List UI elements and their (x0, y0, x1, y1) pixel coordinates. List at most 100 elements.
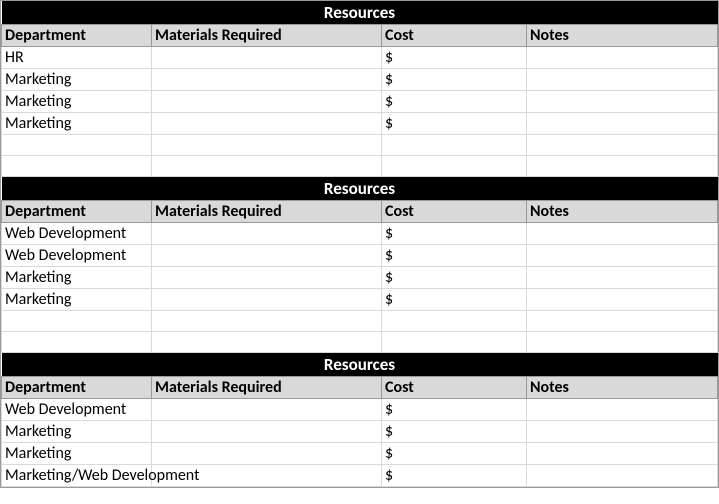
cell-cost[interactable]: $ (382, 113, 527, 135)
table-row-blank (2, 332, 718, 353)
cell-materials[interactable] (152, 245, 382, 267)
col-notes[interactable]: Notes (527, 25, 718, 47)
cell-notes[interactable] (527, 465, 718, 487)
cell-blank[interactable] (152, 311, 382, 332)
cell-materials[interactable] (152, 399, 382, 421)
table-row: HR $ (2, 47, 718, 69)
header-row: Department Materials Required Cost Notes (2, 377, 718, 399)
cell-department[interactable]: HR (2, 47, 152, 69)
cell-notes[interactable] (527, 399, 718, 421)
cell-blank[interactable] (2, 332, 152, 353)
cell-cost[interactable]: $ (382, 289, 527, 311)
cell-cost[interactable]: $ (382, 443, 527, 465)
cell-notes[interactable] (527, 443, 718, 465)
cell-department[interactable]: Marketing (2, 267, 152, 289)
table-row: Marketing $ (2, 91, 718, 113)
table-row: Marketing $ (2, 421, 718, 443)
table-row-blank (2, 311, 718, 332)
table-row: Web Development $ (2, 223, 718, 245)
cell-blank[interactable] (2, 135, 152, 156)
cell-notes[interactable] (527, 69, 718, 91)
table-row-blank (2, 156, 718, 177)
col-notes[interactable]: Notes (527, 201, 718, 223)
section-title-row: Resources (2, 177, 718, 201)
cell-department[interactable]: Marketing (2, 91, 152, 113)
cell-blank[interactable] (382, 135, 527, 156)
table-row: Marketing $ (2, 69, 718, 91)
cell-department[interactable]: Web Development (2, 223, 152, 245)
table-row: Marketing $ (2, 267, 718, 289)
col-department[interactable]: Department (2, 201, 152, 223)
cell-cost[interactable]: $ (382, 267, 527, 289)
col-cost[interactable]: Cost (382, 201, 527, 223)
cell-blank[interactable] (152, 332, 382, 353)
table-row: Web Development $ (2, 245, 718, 267)
cell-department[interactable]: Marketing (2, 113, 152, 135)
col-materials[interactable]: Materials Required (152, 25, 382, 47)
cell-cost[interactable]: $ (382, 421, 527, 443)
cell-department[interactable]: Marketing/Web Development (2, 465, 152, 487)
cell-materials[interactable] (152, 267, 382, 289)
cell-blank[interactable] (382, 332, 527, 353)
cell-department[interactable]: Marketing (2, 421, 152, 443)
cell-blank[interactable] (527, 156, 718, 177)
resources-table: Resources Department Materials Required … (1, 1, 718, 487)
cell-department[interactable]: Marketing (2, 289, 152, 311)
cell-blank[interactable] (527, 135, 718, 156)
cell-blank[interactable] (382, 156, 527, 177)
section-title: Resources (2, 177, 718, 201)
cell-blank[interactable] (2, 311, 152, 332)
cell-notes[interactable] (527, 267, 718, 289)
cell-cost[interactable]: $ (382, 47, 527, 69)
cell-notes[interactable] (527, 91, 718, 113)
cell-notes[interactable] (527, 113, 718, 135)
cell-blank[interactable] (527, 332, 718, 353)
cell-blank[interactable] (152, 135, 382, 156)
header-row: Department Materials Required Cost Notes (2, 25, 718, 47)
cell-materials[interactable] (152, 47, 382, 69)
cell-blank[interactable] (527, 311, 718, 332)
cell-materials[interactable] (152, 113, 382, 135)
section-title-row: Resources (2, 353, 718, 377)
cell-cost[interactable]: $ (382, 245, 527, 267)
cell-cost[interactable]: $ (382, 91, 527, 113)
table-row: Marketing $ (2, 443, 718, 465)
cell-materials[interactable] (152, 91, 382, 113)
cell-notes[interactable] (527, 245, 718, 267)
cell-cost[interactable]: $ (382, 69, 527, 91)
cell-materials[interactable] (152, 421, 382, 443)
col-notes[interactable]: Notes (527, 377, 718, 399)
cell-materials[interactable] (152, 223, 382, 245)
section-title-row: Resources (2, 1, 718, 25)
cell-notes[interactable] (527, 421, 718, 443)
cell-notes[interactable] (527, 289, 718, 311)
table-row: Marketing $ (2, 113, 718, 135)
cell-materials[interactable] (152, 443, 382, 465)
table-row: Marketing/Web Development $ (2, 465, 718, 487)
cell-cost[interactable]: $ (382, 223, 527, 245)
col-cost[interactable]: Cost (382, 377, 527, 399)
col-department[interactable]: Department (2, 25, 152, 47)
spreadsheet-container: Resources Department Materials Required … (0, 0, 719, 488)
cell-blank[interactable] (2, 156, 152, 177)
cell-department[interactable]: Marketing (2, 69, 152, 91)
table-row: Web Development $ (2, 399, 718, 421)
col-department[interactable]: Department (2, 377, 152, 399)
col-cost[interactable]: Cost (382, 25, 527, 47)
col-materials[interactable]: Materials Required (152, 201, 382, 223)
cell-blank[interactable] (152, 156, 382, 177)
cell-materials[interactable] (152, 289, 382, 311)
cell-cost[interactable]: $ (382, 465, 527, 487)
cell-department[interactable]: Marketing (2, 443, 152, 465)
cell-notes[interactable] (527, 223, 718, 245)
section-title: Resources (2, 353, 718, 377)
cell-cost[interactable]: $ (382, 399, 527, 421)
header-row: Department Materials Required Cost Notes (2, 201, 718, 223)
cell-department[interactable]: Web Development (2, 245, 152, 267)
cell-department[interactable]: Web Development (2, 399, 152, 421)
cell-notes[interactable] (527, 47, 718, 69)
cell-blank[interactable] (382, 311, 527, 332)
col-materials[interactable]: Materials Required (152, 377, 382, 399)
cell-materials[interactable] (152, 69, 382, 91)
table-row: Marketing $ (2, 289, 718, 311)
